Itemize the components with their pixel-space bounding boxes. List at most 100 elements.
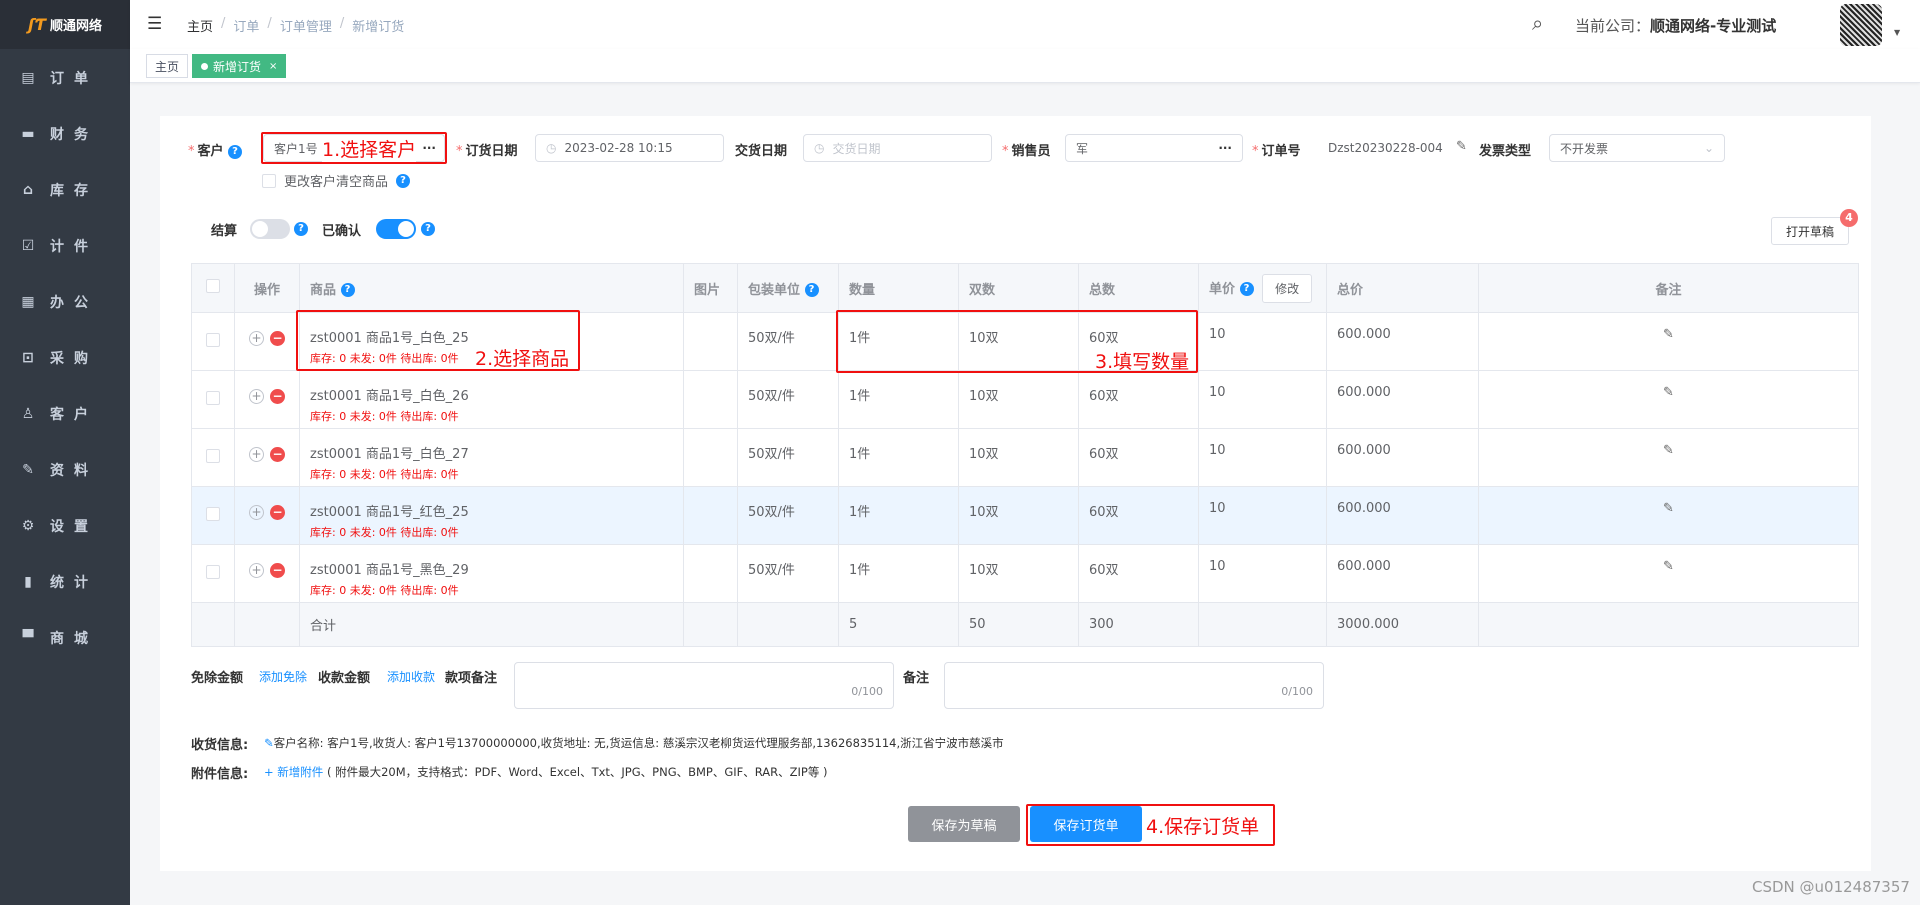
- sidebar-item-3[interactable]: ☑ 计件: [0, 226, 130, 266]
- sidebar-item-7[interactable]: ✎ 资料: [0, 450, 130, 490]
- qty-cell[interactable]: 1件: [838, 544, 959, 603]
- sidebar-item-label: 财务: [50, 127, 98, 143]
- avatar[interactable]: [1840, 4, 1882, 46]
- help-icon[interactable]: ?: [228, 144, 243, 159]
- delivery-date-input[interactable]: ◷ 交货日期: [803, 134, 992, 162]
- image-cell: [683, 312, 738, 371]
- image-cell: [683, 428, 738, 487]
- qty-cell[interactable]: 1件: [838, 428, 959, 487]
- sidebar-item-8[interactable]: ⚙ 设置: [0, 506, 130, 546]
- help-icon[interactable]: ?: [421, 222, 435, 236]
- remove-row-icon[interactable]: −: [270, 563, 285, 578]
- open-draft-button[interactable]: 打开草稿: [1771, 217, 1849, 245]
- more-icon[interactable]: ···: [1218, 141, 1232, 155]
- caret-down-icon[interactable]: ▼: [1894, 28, 1900, 37]
- draft-count-badge: 4: [1840, 209, 1858, 227]
- add-row-icon[interactable]: +: [249, 389, 264, 404]
- help-icon[interactable]: ?: [340, 283, 355, 297]
- breadcrumb: 主页 / 订单 / 订单管理 / 新增订货: [187, 16, 405, 35]
- edit-remark-icon[interactable]: ✎: [1663, 501, 1674, 516]
- remove-row-icon[interactable]: −: [270, 447, 285, 462]
- remove-row-icon[interactable]: −: [270, 389, 285, 404]
- sidebar-item-9[interactable]: ▮ 统计: [0, 562, 130, 602]
- clear-on-change-checkbox[interactable]: 更改客户清空商品?: [262, 171, 411, 190]
- edit-icon[interactable]: ✎: [1456, 139, 1467, 154]
- select-all-checkbox[interactable]: [206, 279, 220, 293]
- help-icon[interactable]: ?: [294, 222, 308, 236]
- product-cell[interactable]: zst0001 商品1号_白色_27 库存: 0 未发: 0件 待出库: 0件: [299, 428, 684, 487]
- edit-remark-icon[interactable]: ✎: [1663, 327, 1674, 342]
- search-icon[interactable]: ⌕: [1532, 11, 1543, 35]
- edit-remark-icon[interactable]: ✎: [1663, 443, 1674, 458]
- pairs-cell[interactable]: 10双: [958, 486, 1079, 545]
- price-cell[interactable]: 10: [1198, 486, 1327, 545]
- row-checkbox[interactable]: [206, 449, 220, 463]
- pairs-cell[interactable]: 10双: [958, 428, 1079, 487]
- price-cell[interactable]: 10: [1198, 544, 1327, 603]
- confirmed-toggle[interactable]: [376, 219, 416, 239]
- add-row-icon[interactable]: +: [249, 505, 264, 520]
- add-receipt-link[interactable]: 添加收款: [387, 668, 435, 685]
- payment-note-textarea[interactable]: 0/100: [514, 662, 894, 709]
- payment-note-label: 款项备注: [445, 671, 498, 686]
- sidebar-item-label: 商城: [50, 631, 98, 647]
- qty-cell[interactable]: 1件: [838, 486, 959, 545]
- row-checkbox[interactable]: [206, 565, 220, 579]
- breadcrumb-home[interactable]: 主页: [187, 16, 213, 35]
- clock-icon: ◷: [546, 141, 557, 155]
- add-row-icon[interactable]: +: [249, 563, 264, 578]
- tab-new-order[interactable]: 新增订货 ×: [192, 54, 287, 78]
- pairs-cell[interactable]: 10双: [958, 544, 1079, 603]
- product-cell[interactable]: zst0001 商品1号_红色_25 库存: 0 未发: 0件 待出库: 0件: [299, 486, 684, 545]
- help-icon[interactable]: ?: [804, 283, 819, 297]
- customer-label: * 客户 ?: [188, 140, 243, 159]
- sidebar-item-6[interactable]: ♙ 客户: [0, 394, 130, 434]
- add-row-icon[interactable]: +: [249, 331, 264, 346]
- add-discount-link[interactable]: 添加免除: [259, 668, 307, 685]
- sidebar-item-4[interactable]: ▦ 办公: [0, 282, 130, 322]
- order-date-input[interactable]: ◷ 2023-02-28 10:15: [535, 134, 724, 162]
- modify-price-button[interactable]: 修改: [1262, 273, 1313, 303]
- row-checkbox[interactable]: [206, 333, 220, 347]
- breadcrumb-order[interactable]: 订单: [233, 16, 259, 35]
- remove-row-icon[interactable]: −: [270, 331, 285, 346]
- menu-toggle-icon[interactable]: ☰: [147, 14, 162, 34]
- product-cell[interactable]: zst0001 商品1号_黑色_29 库存: 0 未发: 0件 待出库: 0件: [299, 544, 684, 603]
- price-cell[interactable]: 10: [1198, 428, 1327, 487]
- breadcrumb-order-manage[interactable]: 订单管理: [280, 16, 332, 35]
- pack-cell: 50双/件: [737, 544, 839, 603]
- close-tab-icon[interactable]: ×: [269, 61, 277, 72]
- total-pairs-cell: 60双: [1078, 370, 1199, 429]
- add-row-icon[interactable]: +: [249, 447, 264, 462]
- amount-cell: 600.000: [1326, 544, 1479, 603]
- sidebar-item-5[interactable]: ⊡ 采购: [0, 338, 130, 378]
- pairs-cell[interactable]: 10双: [958, 370, 1079, 429]
- edit-remark-icon[interactable]: ✎: [1663, 385, 1674, 400]
- price-cell[interactable]: 10: [1198, 370, 1327, 429]
- salesperson-input[interactable]: 军 ···: [1065, 134, 1243, 162]
- edit-shipping-icon[interactable]: ✎: [264, 736, 274, 750]
- help-icon[interactable]: ?: [396, 173, 411, 188]
- remove-row-icon[interactable]: −: [270, 505, 285, 520]
- sidebar: ʃƬ 顺通网络 ▤ 订单 ▬ 财务 ⌂ 库存 ☑ 计件 ▦ 办公 ⊡ 采购 ♙ 客户 ✎ 资料 ⚙ 设置 ▮ 统计 ▀ 商…: [0, 0, 130, 905]
- sidebar-item-1[interactable]: ▬ 财务: [0, 114, 130, 154]
- row-checkbox[interactable]: [206, 391, 220, 405]
- edit-remark-icon[interactable]: ✎: [1663, 559, 1674, 574]
- settle-toggle[interactable]: [250, 219, 290, 239]
- discount-label: 免除金额: [191, 671, 244, 686]
- product-cell[interactable]: zst0001 商品1号_白色_26 库存: 0 未发: 0件 待出库: 0件: [299, 370, 684, 429]
- remark-textarea[interactable]: 0/100: [944, 662, 1324, 709]
- sidebar-item-0[interactable]: ▤ 订单: [0, 58, 130, 98]
- help-icon[interactable]: ?: [1239, 282, 1254, 296]
- qty-cell[interactable]: 1件: [838, 370, 959, 429]
- sidebar-item-2[interactable]: ⌂ 库存: [0, 170, 130, 210]
- row-checkbox[interactable]: [206, 507, 220, 521]
- tab-home[interactable]: 主页: [146, 54, 189, 78]
- invoice-type-select[interactable]: 不开发票 ⌄: [1549, 134, 1725, 162]
- price-cell[interactable]: 10: [1198, 312, 1327, 371]
- save-draft-button[interactable]: 保存为草稿: [908, 806, 1020, 842]
- add-attachment-link[interactable]: + 新增附件: [264, 765, 323, 779]
- stock-info: 库存: 0 未发: 0件 待出库: 0件: [310, 410, 459, 423]
- salesperson-label: * 销售员: [1002, 144, 1051, 159]
- sidebar-item-10[interactable]: ▀ 商城: [0, 618, 130, 658]
